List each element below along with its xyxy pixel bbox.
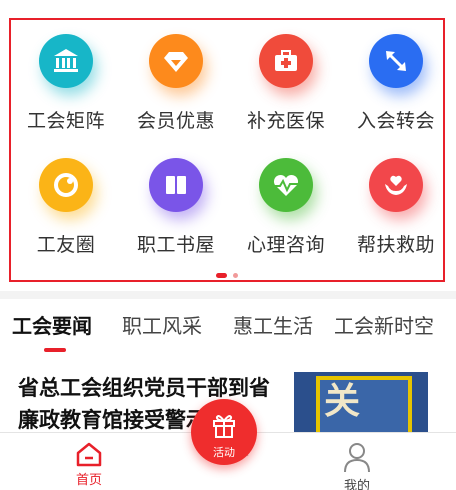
nav-home[interactable]: 首页 (62, 439, 116, 489)
grid-item-label: 帮扶救助 (356, 234, 435, 256)
medical-kit-icon (259, 34, 313, 88)
grid-item-label: 补充医保 (246, 110, 325, 132)
grid-item-assistance[interactable]: 帮扶救助 (341, 144, 451, 264)
tab-union-news[interactable]: 工会要闻 (12, 310, 92, 339)
activity-button[interactable]: 活动 (191, 399, 257, 465)
activity-label: 活动 (213, 446, 235, 459)
grid-item-union-matrix[interactable]: 工会矩阵 (11, 20, 121, 140)
grid-item-label: 心理咨询 (246, 234, 325, 256)
page-dot[interactable] (233, 273, 238, 278)
grid-item-label: 入会转会 (356, 110, 435, 132)
tab-benefit-life[interactable]: 惠工生活 (233, 310, 313, 339)
grid-item-bookstore[interactable]: 职工书屋 (121, 144, 231, 264)
circle-icon (39, 158, 93, 212)
user-icon (344, 443, 370, 473)
diamond-icon (149, 34, 203, 88)
heartbeat-icon (259, 158, 313, 212)
nav-home-label: 首页 (75, 473, 102, 488)
section-divider (0, 291, 456, 299)
heart-hands-icon (369, 158, 423, 212)
grid-item-medical-insurance[interactable]: 补充医保 (231, 20, 341, 140)
transfer-arrows-icon (369, 34, 423, 88)
active-tab-indicator (44, 348, 66, 352)
grid-item-label: 职工书屋 (136, 234, 215, 256)
news-tabs: 工会要闻 职工风采 惠工生活 工会新时空 (0, 300, 456, 352)
nav-mine[interactable]: 我的 (330, 439, 384, 490)
thumbnail-text: 关 (324, 380, 361, 422)
gift-icon (213, 415, 235, 438)
tab-worker-style[interactable]: 职工风采 (122, 310, 202, 339)
home-screen: 工会矩阵 会员优惠 补充医保 入会转会 工友圈 职工书屋 心理咨询 帮扶救助 工… (0, 0, 456, 490)
news-thumbnail[interactable]: 关 (294, 372, 428, 434)
page-dot-active (216, 273, 227, 278)
book-icon (149, 158, 203, 212)
grid-item-member-discount[interactable]: 会员优惠 (121, 20, 231, 140)
grid-item-label: 工友圈 (36, 234, 96, 256)
tab-union-new-space[interactable]: 工会新时空 (334, 310, 434, 339)
grid-item-worker-circle[interactable]: 工友圈 (11, 144, 121, 264)
nav-mine-label: 我的 (343, 479, 370, 490)
grid-item-label: 会员优惠 (136, 110, 215, 132)
grid-item-label: 工会矩阵 (26, 110, 105, 132)
function-grid: 工会矩阵 会员优惠 补充医保 入会转会 工友圈 职工书屋 心理咨询 帮扶救助 (9, 18, 445, 282)
page-indicator (216, 273, 238, 278)
grid-item-counseling[interactable]: 心理咨询 (231, 144, 341, 264)
bank-icon (39, 34, 93, 88)
home-icon (76, 442, 102, 467)
grid-item-join-transfer[interactable]: 入会转会 (341, 20, 451, 140)
